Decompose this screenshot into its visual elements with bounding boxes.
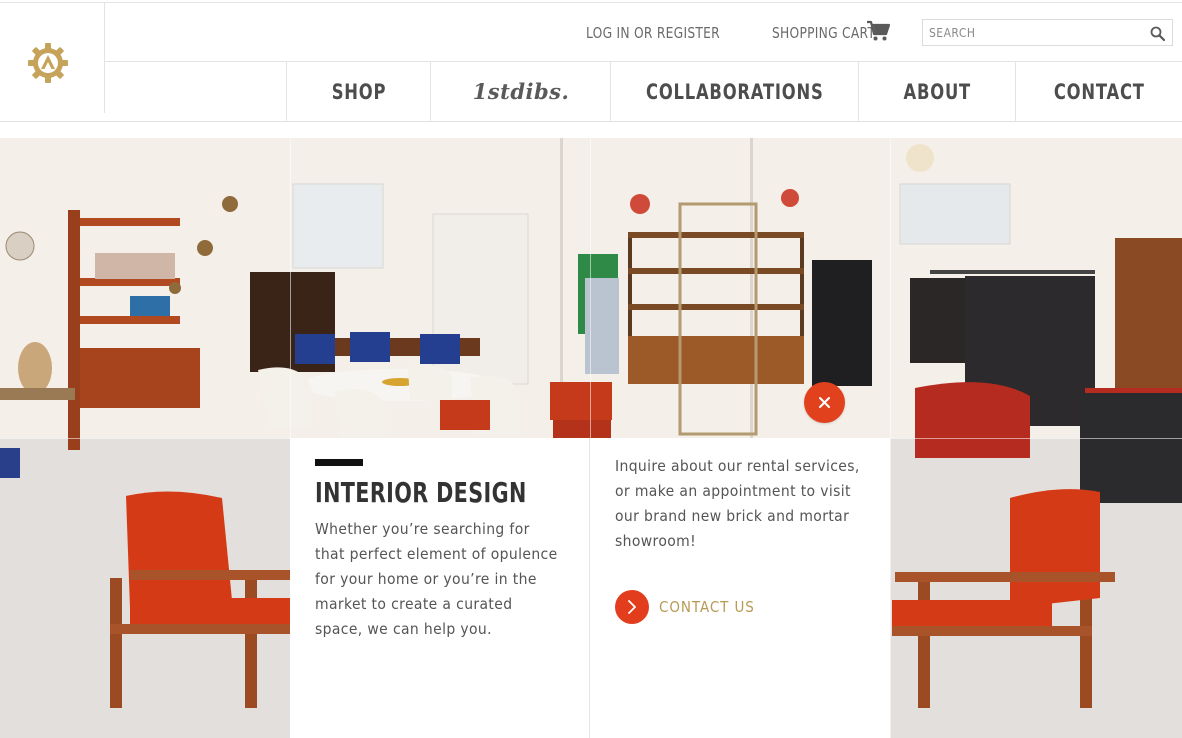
title-accent-bar [315,459,363,466]
nav-contact[interactable]: CONTACT [1015,62,1182,121]
nav-1stdibs-label: 1stdibs. [472,79,570,104]
inquiry-card: Inquire about our rental services, or ma… [590,438,890,738]
search-box [922,19,1173,46]
nav-contact-label: CONTACT [1053,79,1145,104]
nav-collaborations[interactable]: COLLABORATIONS [610,62,859,121]
nav-about-label: ABOUT [903,79,972,104]
header-top-border [0,2,1182,3]
shopping-cart-link[interactable]: SHOPPING CART [772,24,875,42]
chevron-right-icon [628,600,636,614]
inquiry-text: Inquire about our rental services, or ma… [615,457,860,550]
site-header: LOG IN OR REGISTER SHOPPING CART SHOP 1s… [0,0,1182,123]
nav-shop[interactable]: SHOP [286,62,431,121]
contact-us-label: CONTACT US [659,598,755,616]
logo-container[interactable] [0,3,105,113]
close-icon [819,397,830,408]
close-button[interactable] [804,382,845,423]
gear-logo-icon[interactable] [26,41,70,85]
card-description: Whether you’re searching for that perfec… [315,520,558,638]
card-title: INTERIOR DESIGN [315,476,527,509]
header-bottom-border [0,121,1182,122]
contact-us-link[interactable]: CONTACT US [615,590,765,624]
login-register-link[interactable]: LOG IN OR REGISTER [586,24,720,42]
nav-about[interactable]: ABOUT [858,62,1016,121]
nav-collaborations-label: COLLABORATIONS [646,79,824,104]
interior-design-card: INTERIOR DESIGN Whether you’re searching… [290,438,590,738]
nav-1stdibs[interactable]: 1stdibs. [430,62,611,121]
nav-shop-label: SHOP [331,79,387,104]
search-input[interactable] [929,24,1118,42]
contact-arrow-button[interactable] [615,590,649,624]
shopping-cart-icon[interactable] [866,20,890,42]
search-icon[interactable] [1150,26,1165,41]
